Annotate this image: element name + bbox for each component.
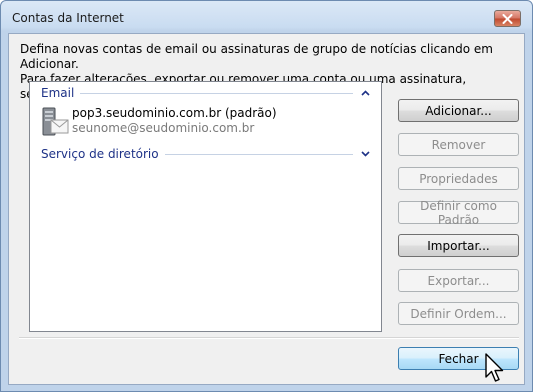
set-default-button[interactable]: Definir como Padrão [398,199,519,227]
close-icon [502,13,513,24]
group-label-email: Email [41,86,75,100]
mail-server-icon [42,107,69,136]
window-title: Contas da Internet [12,11,124,25]
export-button[interactable]: Exportar... [398,269,519,292]
account-name: pop3.seudominio.com.br (padrão) [72,106,277,120]
internet-accounts-dialog: Contas da Internet Defina novas contas d… [0,0,533,392]
group-label-directory: Serviço de diretório [41,147,159,161]
group-divider [80,92,353,94]
import-button[interactable]: Importar... [398,234,519,257]
chevron-down-icon[interactable] [359,148,371,160]
instructions-line-1: Defina novas contas de email ou assinatu… [20,42,493,71]
footer-divider [19,337,519,339]
chevron-up-icon[interactable] [359,87,371,99]
properties-button[interactable]: Propriedades [398,167,519,190]
set-order-button[interactable]: Definir Ordem... [398,302,519,325]
accounts-list[interactable]: Email pop3.seudominio.com.br (padrão) se… [29,81,382,332]
group-header-email[interactable]: Email [41,85,371,101]
account-item[interactable]: pop3.seudominio.com.br (padrão) seunome@… [38,106,338,140]
add-button[interactable]: Adicionar... [398,99,519,122]
remove-button[interactable]: Remover [398,133,519,156]
close-window-button[interactable] [494,10,521,27]
dialog-body: Defina novas contas de email ou assinatu… [8,33,525,385]
group-divider [164,153,353,155]
group-header-directory[interactable]: Serviço de diretório [41,146,371,162]
mouse-pointer-icon [485,353,504,382]
title-bar[interactable]: Contas da Internet [1,1,532,33]
account-email: seunome@seudominio.com.br [72,121,255,135]
